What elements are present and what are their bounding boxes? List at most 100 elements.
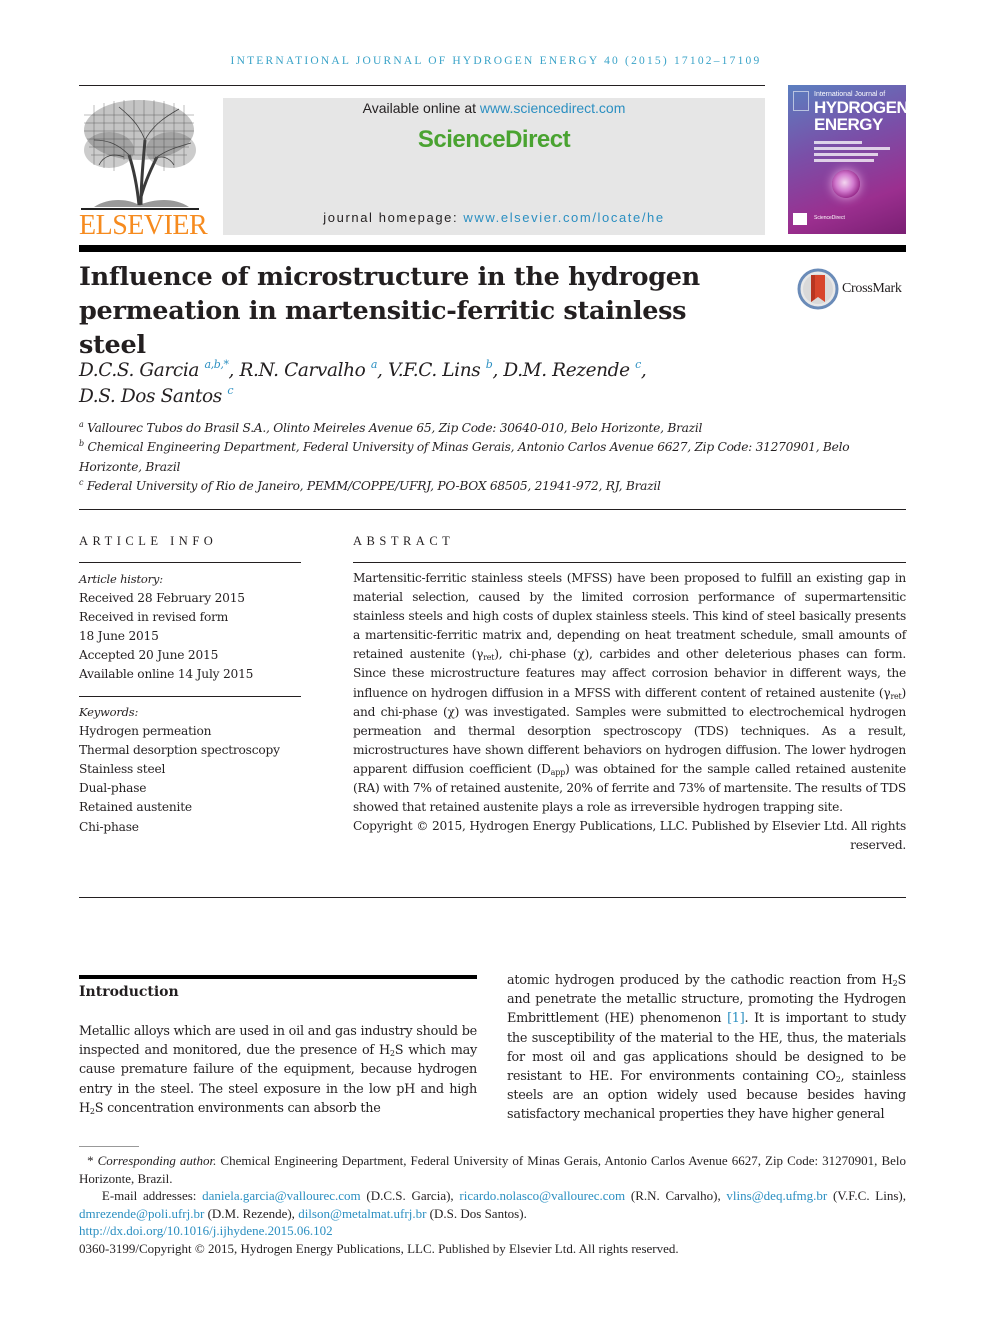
affiliation-item: b Chemical Engineering Department, Feder…: [79, 438, 909, 477]
article-history-label: Article history:: [79, 572, 163, 586]
introduction-right-column: atomic hydrogen produced by the cathodic…: [507, 971, 906, 1125]
doi-link[interactable]: http://dx.doi.org/10.1016/j.ijhydene.201…: [79, 1223, 333, 1238]
author-affiliation-marker[interactable]: c: [227, 384, 233, 397]
keywords-label: Keywords:: [79, 705, 139, 719]
author-affiliation-marker[interactable]: a,b,*: [204, 358, 228, 371]
journal-running-head: INTERNATIONAL JOURNAL OF HYDROGEN ENERGY…: [230, 55, 762, 67]
abstract-body: Martensitic-ferritic stainless steels (M…: [353, 569, 906, 855]
keyword-item: Chi-phase: [79, 819, 139, 834]
keywords-rule: [79, 696, 301, 697]
affiliation-key: c: [79, 477, 84, 487]
email-link[interactable]: vlins@deq.ufmg.br: [726, 1188, 827, 1203]
section-divider: [79, 509, 906, 510]
article-history: Article history: Received 28 February 20…: [79, 570, 301, 685]
keyword-item: Hydrogen permeation: [79, 724, 212, 739]
sciencedirect-link[interactable]: www.sciencedirect.com: [480, 100, 626, 116]
author-separator: ,: [492, 360, 504, 381]
introduction-heading: Introduction: [79, 984, 179, 1000]
author-name: V.F.C. Lins: [388, 360, 481, 381]
crossmark-label[interactable]: CrossMark: [842, 281, 902, 297]
corresponding-author-label: Corresponding author.: [97, 1153, 217, 1168]
ret-subscript: ret: [483, 653, 495, 663]
cover-editor-lines: [814, 141, 894, 165]
cover-orb-graphic: [832, 170, 860, 198]
keyword-item: Stainless steel: [79, 762, 166, 777]
history-item: Received 28 February 2015: [79, 591, 245, 606]
title-line-2: permeation in martensitic-ferritic stain…: [79, 296, 687, 360]
cover-sciencedirect-label: ScienceDirect: [814, 215, 845, 221]
history-item: Accepted 20 June 2015: [79, 648, 219, 663]
email-link[interactable]: daniela.garcia@vallourec.com: [202, 1188, 361, 1203]
issn-copyright: 0360-3199/Copyright © 2015, Hydrogen Ene…: [79, 1240, 679, 1256]
introduction-left-column: Metallic alloys which are used in oil an…: [79, 1022, 477, 1118]
cover-title-energy: ENERGY: [814, 115, 883, 134]
available-online-text: Available online at www.sciencedirect.co…: [223, 100, 765, 116]
cover-badge: [793, 91, 809, 111]
keyword-item: Thermal desorption spectroscopy: [79, 743, 280, 758]
author-name: D.M. Rezende: [503, 360, 630, 381]
email-owner: (D.S. Dos Santos).: [426, 1205, 527, 1221]
history-item: Received in revised form: [79, 610, 229, 625]
history-item: 18 June 2015: [79, 629, 159, 644]
author[interactable]: D.C.S. Garcia a,b,*: [79, 358, 229, 381]
journal-cover-image: International Journal of HYDROGEN ENERGY …: [788, 85, 906, 234]
keyword-item: Dual-phase: [79, 781, 147, 796]
abstract-paragraph: Martensitic-ferritic stainless steels (M…: [353, 569, 906, 817]
title-line-1: Influence of microstructure in the hydro…: [79, 262, 700, 292]
keyword-item: Retained austenite: [79, 800, 192, 815]
email-link[interactable]: dilson@metalmat.ufrj.br: [298, 1206, 426, 1221]
body-text: atomic hydrogen produced by the cathodic…: [507, 973, 893, 988]
abstract-heading: ABSTRACT: [353, 534, 455, 548]
app-subscript: app: [550, 767, 566, 777]
affiliation-item: c Federal University of Rio de Janeiro, …: [79, 477, 909, 496]
journal-homepage: journal homepage: www.elsevier.com/locat…: [223, 210, 765, 225]
footnotes: * Corresponding author. Chemical Enginee…: [79, 1152, 906, 1258]
body-text: S concentration environments can absorb …: [94, 1100, 381, 1116]
abstract-copyright: Copyright © 2015, Hydrogen Energy Public…: [353, 819, 906, 853]
article-info-heading: ARTICLE INFO: [79, 534, 218, 548]
author-separator: ,: [640, 360, 647, 381]
author-name: D.C.S. Garcia: [79, 360, 199, 381]
keywords: Keywords: Hydrogen permeation Thermal de…: [79, 703, 301, 837]
author-separator: ,: [228, 360, 240, 381]
author-separator: ,: [377, 360, 388, 381]
section-divider: [79, 897, 906, 898]
abstract-rule: [353, 562, 906, 563]
email-owner: (V.F.C. Lins),: [827, 1188, 906, 1204]
cover-publisher-mark: [793, 213, 807, 225]
affiliation-key: a: [79, 420, 84, 429]
author[interactable]: R.N. Carvalho a: [240, 359, 378, 381]
email-owner: (D.M. Rezende),: [204, 1205, 299, 1221]
introduction-rule: [79, 975, 477, 979]
email-label: E-mail addresses:: [101, 1188, 203, 1204]
corresponding-author-note: * Corresponding author. Chemical Enginee…: [79, 1152, 906, 1187]
journal-homepage-link[interactable]: www.elsevier.com/locate/he: [463, 210, 664, 225]
author-name: D.S. Dos Santos: [79, 386, 222, 407]
affiliations: a Vallourec Tubos do Brasil S.A., Olinto…: [79, 419, 909, 496]
elsevier-wordmark: ELSEVIER: [79, 210, 208, 241]
author[interactable]: D.M. Rezende c: [503, 359, 641, 381]
header-top-rule: [79, 85, 765, 86]
cover-title-small: International Journal of: [814, 91, 886, 98]
crossmark-icon[interactable]: [797, 268, 839, 310]
author[interactable]: D.S. Dos Santos c: [79, 384, 233, 407]
author-list: D.C.S. Garcia a,b,*, R.N. Carvalho a, V.…: [79, 358, 879, 410]
sciencedirect-logo: ScienceDirect: [417, 126, 571, 153]
article-title: Influence of microstructure in the hydro…: [79, 260, 759, 362]
affiliation-item: a Vallourec Tubos do Brasil S.A., Olinto…: [79, 419, 909, 438]
email-link[interactable]: ricardo.nolasco@vallourec.com: [459, 1188, 625, 1203]
affiliation-text: Federal University of Rio de Janeiro, PE…: [86, 478, 661, 493]
affiliation-key: b: [79, 439, 84, 449]
header-thick-rule: [79, 245, 906, 252]
affiliation-text: Chemical Engineering Department, Federal…: [79, 440, 850, 474]
doi-line: http://dx.doi.org/10.1016/j.ijhydene.201…: [79, 1222, 906, 1240]
cover-title-large: HYDROGEN ENERGY: [814, 99, 906, 133]
author[interactable]: V.F.C. Lins b: [388, 359, 493, 381]
affiliation-text: Vallourec Tubos do Brasil S.A., Olinto M…: [87, 421, 703, 435]
history-item: Available online 14 July 2015: [79, 667, 254, 682]
article-info-rule: [79, 562, 301, 563]
email-link[interactable]: dmrezende@poli.ufrj.br: [79, 1206, 204, 1221]
reference-link[interactable]: [1]: [727, 1011, 745, 1026]
email-owner: (D.C.S. Garcia),: [360, 1188, 460, 1204]
journal-homepage-label: journal homepage:: [323, 210, 464, 225]
